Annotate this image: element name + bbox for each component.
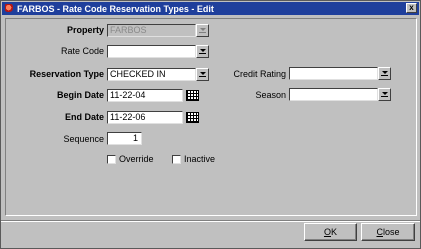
override-checkbox[interactable] (107, 155, 116, 164)
end-date-field[interactable]: 11-22-06 (107, 111, 183, 124)
begin-date-label: Begin Date (56, 90, 104, 100)
ok-button[interactable]: OK (304, 223, 357, 241)
footer-divider (1, 220, 420, 222)
begin-date-field[interactable]: 11-22-04 (107, 89, 183, 102)
chevron-down-icon (199, 49, 206, 52)
chevron-down-icon (381, 71, 388, 74)
season-label: Season (255, 90, 286, 100)
ok-label-rest: K (331, 227, 338, 237)
close-window-button[interactable]: x (406, 3, 417, 13)
inactive-checkbox[interactable] (172, 155, 181, 164)
rate-code-dropdown-button[interactable] (196, 45, 209, 58)
chevron-down-icon (381, 92, 388, 95)
dropdown-bar-icon (199, 76, 206, 77)
close-label-rest: lose (382, 227, 400, 237)
reservation-type-label: Reservation Type (29, 69, 104, 79)
inactive-label[interactable]: Inactive (184, 154, 215, 164)
reservation-type-field[interactable]: CHECKED IN (107, 68, 196, 81)
property-label: Property (66, 25, 104, 35)
sequence-field[interactable]: 1 (107, 132, 142, 145)
end-date-label: End Date (64, 112, 104, 122)
rate-code-reservation-types-window: FARBOS - Rate Code Reservation Types - E… (0, 0, 421, 249)
property-dropdown-button (196, 24, 209, 37)
dropdown-bar-icon (381, 96, 388, 97)
rate-code-field[interactable] (107, 45, 196, 58)
override-label[interactable]: Override (119, 154, 154, 164)
rate-code-label: Rate Code (60, 46, 104, 56)
dropdown-bar-icon (381, 75, 388, 76)
ok-mnemonic: O (323, 227, 331, 237)
dropdown-bar-icon (199, 32, 206, 33)
credit-rating-field[interactable] (289, 67, 378, 80)
window-title: FARBOS - Rate Code Reservation Types - E… (17, 3, 214, 14)
credit-rating-dropdown-button[interactable] (378, 67, 391, 80)
sequence-label: Sequence (63, 134, 104, 144)
begin-date-calendar-icon[interactable] (186, 90, 199, 101)
close-button[interactable]: Close (361, 223, 415, 241)
property-field: FARBOS (107, 24, 196, 37)
app-logo-icon (5, 4, 14, 13)
chevron-down-icon (199, 72, 206, 75)
season-field[interactable] (289, 88, 378, 101)
credit-rating-label: Credit Rating (233, 69, 286, 79)
end-date-calendar-icon[interactable] (186, 112, 199, 123)
title-bar[interactable]: FARBOS - Rate Code Reservation Types - E… (2, 2, 419, 15)
dropdown-bar-icon (199, 53, 206, 54)
chevron-down-icon (199, 28, 206, 31)
form-panel: Property FARBOS Rate Code Reservation Ty… (5, 18, 417, 216)
season-dropdown-button[interactable] (378, 88, 391, 101)
